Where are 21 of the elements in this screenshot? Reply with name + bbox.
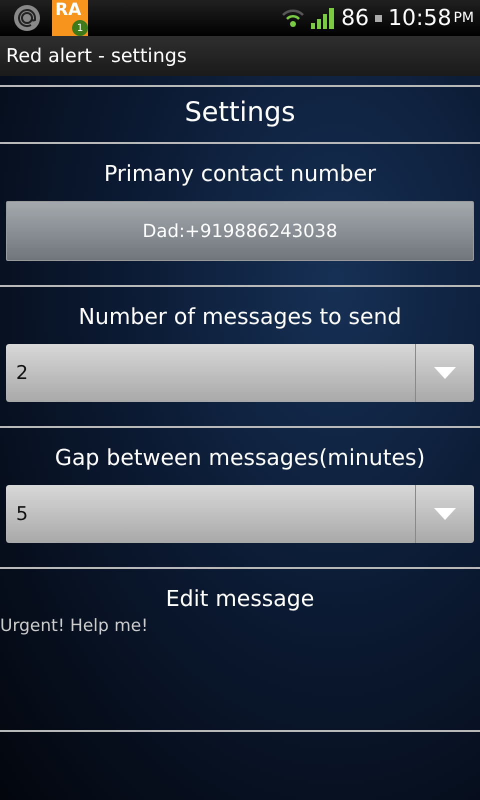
battery-icon [375,14,382,22]
dropdown[interactable]: 2 [6,344,474,402]
battery-level: 86 [341,6,370,30]
section-label: Edit message [164,586,316,614]
section-label: Primany contact number [102,161,378,189]
window-title: Red alert - settings [6,45,187,67]
app-icon-text: RA [54,0,82,20]
dropdown[interactable]: 5 [6,485,474,543]
clock: 10:58 [388,6,452,30]
page-heading: Settings [184,96,296,130]
email-icon[interactable] [14,5,40,31]
am-pm: PM [453,10,474,26]
section-label: Gap between messages(minutes) [54,445,426,473]
signal-icon [311,7,336,29]
dropdown-arrow-icon [434,367,456,379]
section-label: Number of messages to send [78,304,402,332]
dropdown-arrow-icon [434,508,456,520]
notification-badge: 1 [72,20,88,36]
message-field[interactable]: Urgent! Help me! [0,616,480,706]
app-icon[interactable]: RA 1 [52,0,88,36]
wifi-icon [281,8,306,28]
